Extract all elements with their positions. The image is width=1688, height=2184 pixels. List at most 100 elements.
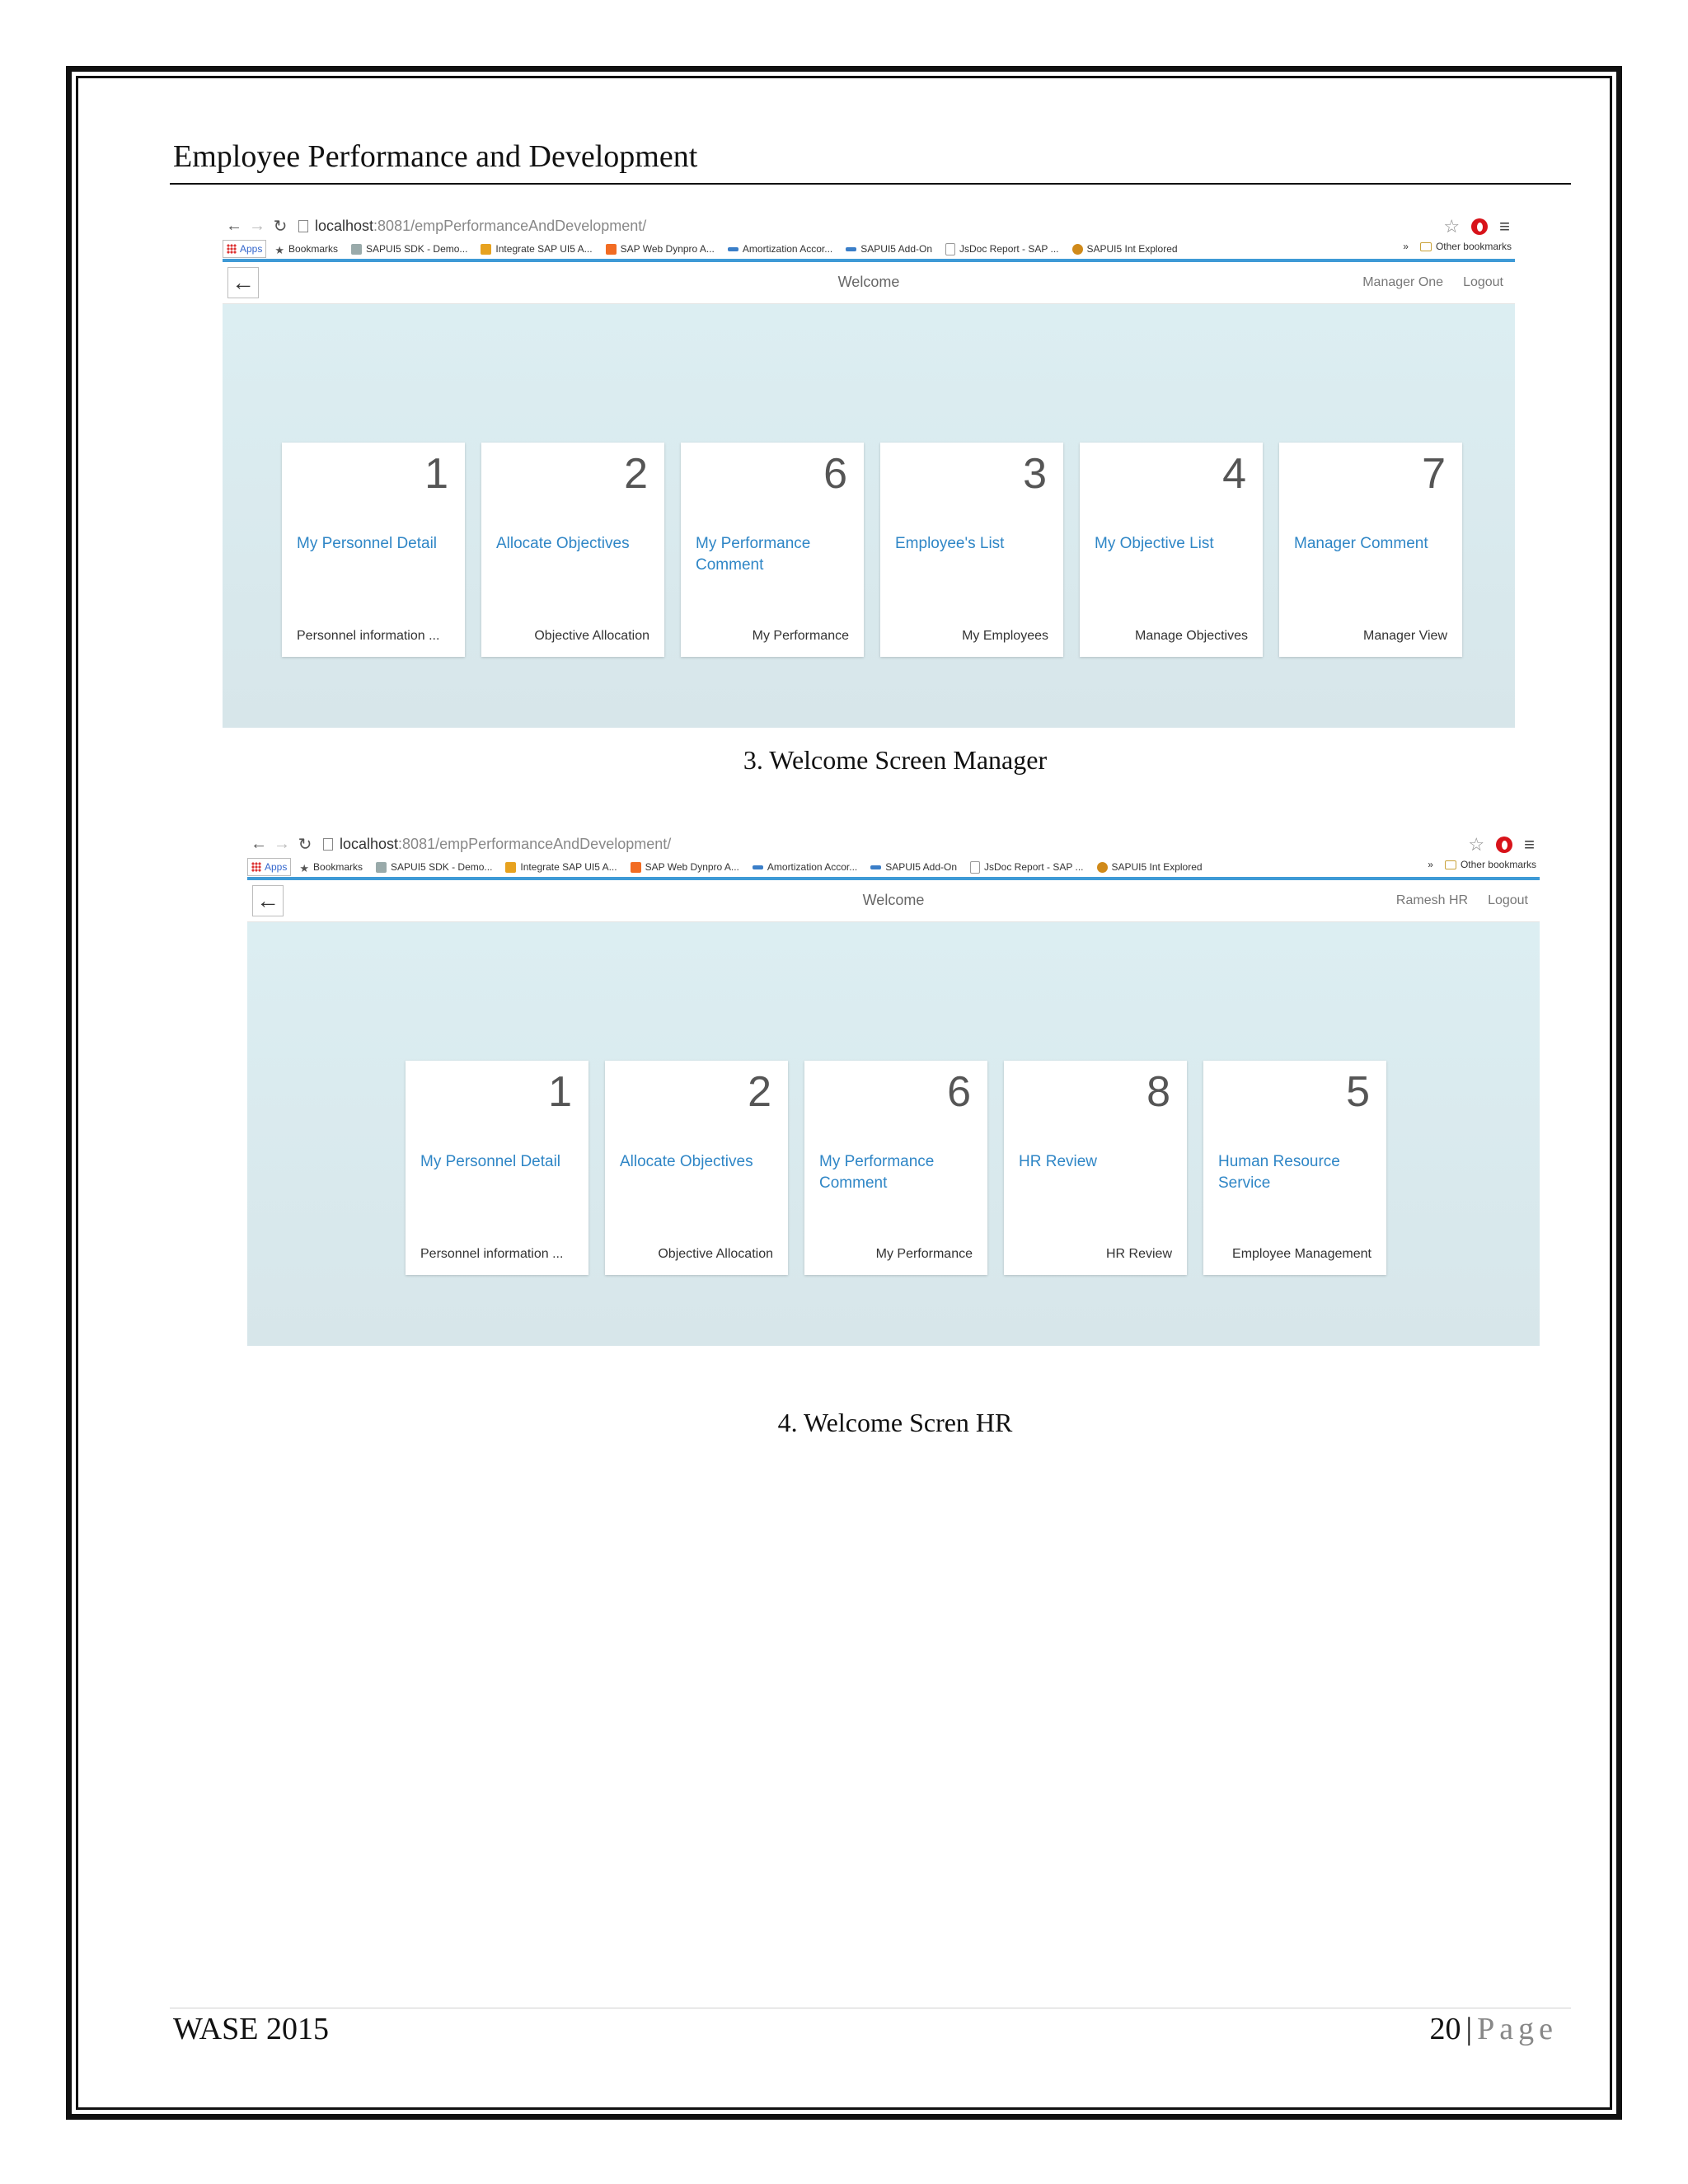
- user-name[interactable]: Manager One: [1362, 275, 1443, 290]
- other-bookmarks[interactable]: Other bookmarks: [1444, 859, 1536, 870]
- page-number: 20: [1429, 2012, 1461, 2046]
- menu-icon[interactable]: ≡: [1499, 216, 1510, 237]
- bookmark-item[interactable]: SAP Web Dynpro A...: [630, 861, 739, 873]
- tile-info: Manage Objectives: [1135, 629, 1248, 643]
- bookmark-item[interactable]: Amortization Accor...: [727, 243, 832, 255]
- tile-title: Manager Comment: [1294, 535, 1428, 552]
- opera-icon[interactable]: [1496, 837, 1513, 853]
- bookmarks-overflow[interactable]: »: [1403, 241, 1409, 252]
- folder-icon: [1419, 241, 1432, 251]
- bookmark-item[interactable]: Integrate SAP UI5 A...: [505, 861, 617, 873]
- tile-allocate-objectives[interactable]: 2 Allocate Objectives Objective Allocati…: [481, 443, 664, 657]
- bookmark-item[interactable]: JsDoc Report - SAP ...: [945, 242, 1059, 255]
- tile-info: My Employees: [962, 629, 1048, 643]
- bookmark-item[interactable]: ★ Bookmarks: [299, 861, 363, 874]
- page-icon: [323, 837, 333, 851]
- bookmarks-bar: Apps ★ Bookmarks SAPUI5 SDK - Demo... Int…: [223, 239, 1515, 259]
- tile-number: 5: [1346, 1068, 1370, 1116]
- bookmark-item[interactable]: Amortization Accor...: [752, 861, 857, 873]
- url-host: localhost: [340, 835, 399, 852]
- app-header: ← Welcome Ramesh HR Logout: [247, 880, 1540, 922]
- tile-title: My Personnel Detail: [297, 535, 438, 552]
- bookmark-item[interactable]: ★ Bookmarks: [274, 243, 338, 256]
- tile-hr-review[interactable]: 8 HR Review HR Review: [1004, 1061, 1187, 1275]
- app-header: ← Welcome Manager One Logout: [223, 262, 1515, 304]
- tile-number: 1: [548, 1068, 572, 1116]
- url-path: :8081/empPerformanceAndDevelopment/: [398, 835, 672, 852]
- tile-title: My Personnel Detail: [420, 1153, 561, 1170]
- reload-icon[interactable]: ↻: [293, 834, 316, 855]
- tile-personnel-detail[interactable]: 1 My Personnel Detail Personnel informat…: [282, 443, 465, 657]
- tile-objective-list[interactable]: 4 My Objective List Manage Objectives: [1080, 443, 1263, 657]
- header-rule: [170, 183, 1571, 185]
- app-title: Welcome: [862, 892, 925, 908]
- page-footer: 20 | Page: [1430, 2011, 1558, 2047]
- tile-info: Manager View: [1363, 629, 1447, 643]
- menu-icon[interactable]: ≡: [1524, 834, 1535, 855]
- tile-manager-comment[interactable]: 7 Manager Comment Manager View: [1279, 443, 1462, 657]
- tile-number: 2: [748, 1068, 771, 1116]
- tile-performance-comment[interactable]: 6 My Performance Comment My Performance: [804, 1061, 987, 1275]
- bookmark-star-icon[interactable]: ☆: [1468, 834, 1484, 855]
- tile-number: 8: [1146, 1068, 1170, 1116]
- forward-arrow-icon[interactable]: →: [246, 217, 269, 236]
- tile-info: Personnel information ...: [420, 1247, 564, 1261]
- browser-toolbar: ← → ↻ localhost:8081/empPerformanceAndDe…: [247, 831, 1540, 857]
- browser-toolbar: ← → ↻ localhost:8081/empPerformanceAndDe…: [223, 213, 1515, 239]
- tile-title: Employee's List: [895, 535, 1005, 552]
- tile-info: Employee Management: [1232, 1247, 1372, 1261]
- tile-number: 2: [624, 450, 648, 498]
- other-bookmarks[interactable]: Other bookmarks: [1419, 241, 1512, 252]
- apps-grid-icon: [251, 862, 261, 872]
- url-path: :8081/empPerformanceAndDevelopment/: [373, 217, 647, 234]
- tile-title: My Performance Comment: [696, 535, 811, 574]
- reload-icon[interactable]: ↻: [269, 216, 292, 237]
- back-arrow-icon[interactable]: ←: [247, 835, 270, 854]
- logout-button[interactable]: Logout: [1463, 275, 1503, 290]
- tile-personnel-detail[interactable]: 1 My Personnel Detail Personnel informat…: [406, 1061, 588, 1275]
- bookmark-item[interactable]: SAP Web Dynpro A...: [605, 243, 715, 255]
- bookmarks-overflow[interactable]: »: [1428, 859, 1433, 870]
- tile-info: HR Review: [1105, 1247, 1172, 1261]
- tile-number: 3: [1023, 450, 1047, 498]
- bookmark-item[interactable]: SAPUI5 Int Explored: [1071, 243, 1178, 255]
- forward-arrow-icon[interactable]: →: [270, 835, 293, 854]
- tile-title: My Objective List: [1095, 535, 1214, 552]
- apps-button[interactable]: Apps: [223, 240, 267, 258]
- bookmark-item[interactable]: SAPUI5 Add-On: [870, 861, 957, 873]
- tile-info: Personnel information ...: [297, 629, 440, 643]
- bookmark-item[interactable]: Integrate SAP UI5 A...: [481, 243, 593, 255]
- tile-employees-list[interactable]: 3 Employee's List My Employees: [880, 443, 1063, 657]
- tile-info: My Performance: [752, 629, 849, 643]
- tile-human-resource-service[interactable]: 5 Human Resource Service Employee Manage…: [1203, 1061, 1386, 1275]
- tile-title: My Performance Comment: [819, 1153, 935, 1192]
- bookmark-item[interactable]: SAPUI5 Add-On: [846, 243, 932, 255]
- tile-title: Allocate Objectives: [496, 535, 630, 552]
- tile-title: Human Resource Service: [1218, 1153, 1340, 1192]
- logout-button[interactable]: Logout: [1488, 893, 1528, 908]
- bookmark-star-icon[interactable]: ☆: [1443, 216, 1460, 237]
- opera-icon[interactable]: [1471, 218, 1489, 235]
- address-bar[interactable]: localhost:8081/empPerformanceAndDevelopm…: [298, 218, 646, 235]
- hr-welcome-screenshot: ← → ↻ localhost:8081/empPerformanceAndDe…: [247, 831, 1540, 1346]
- address-bar[interactable]: localhost:8081/empPerformanceAndDevelopm…: [323, 836, 671, 853]
- tile-number: 1: [424, 450, 448, 498]
- tile-allocate-objectives[interactable]: 2 Allocate Objectives Objective Allocati…: [605, 1061, 788, 1275]
- user-name[interactable]: Ramesh HR: [1396, 893, 1468, 908]
- back-arrow-icon[interactable]: ←: [223, 217, 246, 236]
- bookmark-item[interactable]: JsDoc Report - SAP ...: [970, 860, 1084, 874]
- bookmark-item[interactable]: SAPUI5 SDK - Demo...: [351, 243, 467, 255]
- bookmark-item[interactable]: SAPUI5 Int Explored: [1096, 861, 1203, 873]
- page-word: Page: [1477, 2012, 1558, 2046]
- page-separator: |: [1465, 2012, 1473, 2046]
- tile-number: 6: [823, 450, 847, 498]
- tile-info: Objective Allocation: [534, 629, 649, 643]
- app-title: Welcome: [837, 274, 900, 290]
- footer-left: WASE 2015: [173, 2012, 329, 2046]
- url-host: localhost: [315, 217, 374, 234]
- bookmark-item[interactable]: SAPUI5 SDK - Demo...: [376, 861, 492, 873]
- tile-number: 7: [1422, 450, 1446, 498]
- document-header: Employee Performance and Development: [173, 139, 698, 174]
- tile-performance-comment[interactable]: 6 My Performance Comment My Performance: [681, 443, 864, 657]
- apps-button[interactable]: Apps: [247, 858, 292, 876]
